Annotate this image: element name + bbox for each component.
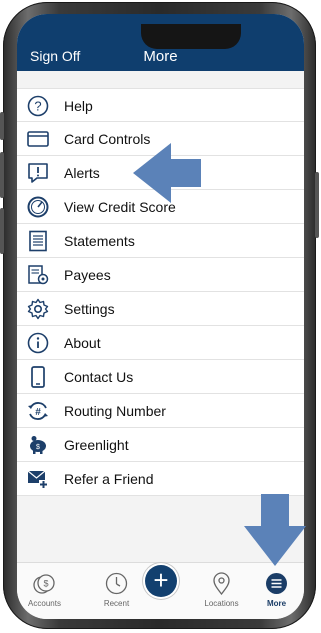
tab-label: Recent [103,599,130,608]
phone-volume-up-button [0,152,4,198]
tab-recent[interactable]: Recent [89,563,144,619]
plus-icon[interactable]: + [145,565,177,597]
annotation-arrow-left [133,143,201,203]
alert-icon [28,163,48,183]
clock-icon [105,572,128,595]
menu-item-label: Help [64,98,93,114]
menu-item-payees[interactable]: Payees [17,258,304,292]
menu-item-refer-a-friend[interactable]: Refer a Friend [17,462,304,496]
location-pin-icon [213,572,230,595]
menu-item-contact-us[interactable]: Contact Us [17,360,304,394]
tab-locations[interactable]: Locations [194,563,249,619]
routing-number-icon: # [28,402,48,420]
document-icon [29,230,47,252]
card-icon [27,131,49,147]
phone-notch [141,24,241,49]
menu-item-settings[interactable]: Settings [17,292,304,326]
menu-item-help[interactable]: ? Help [17,88,304,122]
page-title: More [143,48,178,65]
tab-label: Accounts [28,599,61,608]
accounts-icon: $ [33,574,55,594]
svg-text:?: ? [34,99,41,114]
menu-item-label: Statements [64,233,135,249]
info-icon [27,332,49,354]
svg-text:$: $ [43,579,48,589]
tab-label: More [266,599,287,608]
phone-power-button [315,172,319,238]
menu-item-greenlight[interactable]: $ Greenlight [17,428,304,462]
refer-friend-icon [27,470,48,489]
menu-item-label: Contact Us [64,369,134,385]
menu-item-label: Routing Number [64,403,166,419]
svg-text:$: $ [36,444,40,451]
phone-volume-down-button [0,208,4,254]
menu-item-statements[interactable]: Statements [17,224,304,258]
menu-item-label: Alerts [64,165,100,181]
phone-side-button [0,112,4,140]
tab-label: Locations [204,599,239,608]
bottom-tab-bar: $ Accounts Recent + Locations More [17,562,304,619]
gear-icon [27,298,49,320]
menu-item-label: Greenlight [64,437,129,453]
help-icon: ? [27,95,49,117]
phone-icon [31,366,45,388]
annotation-arrow-down [244,494,306,566]
menu-icon [266,573,287,594]
payees-icon [28,265,49,285]
tab-accounts[interactable]: $ Accounts [17,563,72,619]
gauge-icon [27,196,49,218]
menu-item-label: About [64,335,101,351]
menu-item-label: Settings [64,301,115,317]
tab-more[interactable]: More [249,563,304,619]
piggy-bank-icon: $ [30,436,46,454]
menu-item-about[interactable]: About [17,326,304,360]
svg-text:#: # [35,407,41,418]
menu-item-routing-number[interactable]: # Routing Number [17,394,304,428]
menu-item-label: Payees [64,267,111,283]
menu-item-label: Refer a Friend [64,471,154,487]
